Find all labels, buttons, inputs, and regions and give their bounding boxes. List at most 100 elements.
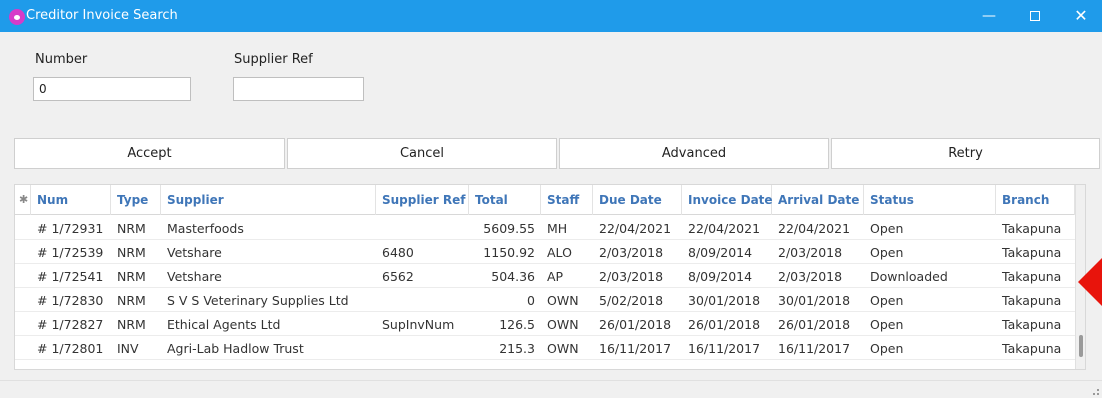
- cell-num: # 1/72801: [37, 341, 104, 356]
- paw-app-icon: [9, 9, 25, 25]
- retry-button[interactable]: Retry: [831, 138, 1100, 169]
- close-button[interactable]: ✕: [1058, 0, 1102, 32]
- cell-status: Open: [870, 245, 904, 260]
- table-row[interactable]: # 1/72539 NRM Vetshare 6480 1150.92 ALO …: [15, 241, 1075, 264]
- invoice-grid: ✱ Num Type Supplier Supplier Ref Total S…: [14, 184, 1086, 370]
- cell-num: # 1/72931: [37, 221, 104, 236]
- cell-branch: Takapuna: [1002, 221, 1062, 236]
- column-header-invoice-date[interactable]: Invoice Date: [682, 185, 773, 215]
- cell-supplier-ref: [376, 217, 469, 240]
- cell-arrival-date: 16/11/2017: [778, 341, 851, 356]
- cell-total: 1150.92: [483, 245, 535, 260]
- cell-staff: OWN: [547, 317, 579, 332]
- supplier-ref-input[interactable]: [233, 77, 364, 101]
- minimize-button[interactable]: —: [966, 0, 1012, 32]
- red-pointer-arrow-icon: [1078, 256, 1102, 308]
- cell-supplier: Masterfoods: [167, 221, 244, 236]
- table-row[interactable]: # 1/72830 NRM S V S Veterinary Supplies …: [15, 289, 1075, 312]
- cell-branch: Takapuna: [1002, 245, 1062, 260]
- cell-due-date: 22/04/2021: [599, 221, 672, 236]
- column-header-num[interactable]: Num: [31, 185, 111, 215]
- cell-status: Open: [870, 293, 904, 308]
- cell-branch: Takapuna: [1002, 341, 1062, 356]
- cell-supplier-ref: 6562: [382, 269, 414, 284]
- cell-invoice-date: 22/04/2021: [688, 221, 761, 236]
- cell-total: 0: [527, 293, 535, 308]
- cell-invoice-date: 8/09/2014: [688, 269, 753, 284]
- cell-supplier: Agri-Lab Hadlow Trust: [167, 341, 304, 356]
- grid-header: ✱ Num Type Supplier Supplier Ref Total S…: [15, 185, 1075, 215]
- maximize-icon: [1030, 11, 1040, 21]
- cell-status: Open: [870, 341, 904, 356]
- cell-supplier-ref: [376, 337, 469, 360]
- cell-num: # 1/72830: [37, 293, 104, 308]
- creditor-invoice-search-window: Creditor Invoice Search — ✕ Number Suppl…: [0, 0, 1102, 398]
- cell-staff: MH: [547, 221, 568, 236]
- column-header-due-date[interactable]: Due Date: [593, 185, 682, 215]
- table-row[interactable]: # 1/72541 NRM Vetshare 6562 504.36 AP 2/…: [15, 265, 1075, 288]
- accept-button[interactable]: Accept: [14, 138, 285, 169]
- cell-total: 126.5: [499, 317, 535, 332]
- cancel-button[interactable]: Cancel: [287, 138, 557, 169]
- column-header-status[interactable]: Status: [864, 185, 996, 215]
- cell-supplier: Ethical Agents Ltd: [167, 317, 281, 332]
- scrollbar-thumb[interactable]: [1079, 335, 1083, 357]
- cell-total: 5609.55: [483, 221, 535, 236]
- cell-due-date: 26/01/2018: [599, 317, 672, 332]
- cell-total: 504.36: [491, 269, 535, 284]
- cell-type: INV: [117, 341, 139, 356]
- cell-type: NRM: [117, 317, 146, 332]
- cell-supplier: S V S Veterinary Supplies Ltd: [167, 293, 349, 308]
- cell-arrival-date: 2/03/2018: [778, 269, 843, 284]
- cell-type: NRM: [117, 269, 146, 284]
- column-header-total[interactable]: Total: [469, 185, 541, 215]
- cell-type: NRM: [117, 293, 146, 308]
- cell-supplier-ref: [376, 289, 469, 312]
- column-header-branch[interactable]: Branch: [996, 185, 1075, 215]
- cell-status: Downloaded: [870, 269, 948, 284]
- table-row[interactable]: # 1/72801 INV Agri-Lab Hadlow Trust 215.…: [15, 337, 1075, 360]
- table-row[interactable]: # 1/72931 NRM Masterfoods 5609.55 MH 22/…: [15, 217, 1075, 240]
- cell-staff: OWN: [547, 293, 579, 308]
- cell-num: # 1/72541: [37, 269, 104, 284]
- cell-invoice-date: 16/11/2017: [688, 341, 761, 356]
- cell-due-date: 5/02/2018: [599, 293, 664, 308]
- window-title: Creditor Invoice Search: [26, 8, 178, 23]
- cell-staff: AP: [547, 269, 564, 284]
- cell-total: 215.3: [499, 341, 535, 356]
- cell-status: Open: [870, 317, 904, 332]
- cell-type: NRM: [117, 245, 146, 260]
- cell-staff: OWN: [547, 341, 579, 356]
- cell-invoice-date: 26/01/2018: [688, 317, 761, 332]
- number-input[interactable]: [33, 77, 191, 101]
- cell-branch: Takapuna: [1002, 317, 1062, 332]
- cell-arrival-date: 22/04/2021: [778, 221, 851, 236]
- maximize-button[interactable]: [1012, 0, 1058, 32]
- column-header-type[interactable]: Type: [111, 185, 161, 215]
- cell-invoice-date: 30/01/2018: [688, 293, 761, 308]
- table-row[interactable]: # 1/72827 NRM Ethical Agents Ltd SupInvN…: [15, 313, 1075, 336]
- cell-arrival-date: 2/03/2018: [778, 245, 843, 260]
- cell-supplier-ref: 6480: [382, 245, 414, 260]
- cell-due-date: 16/11/2017: [599, 341, 672, 356]
- cell-arrival-date: 26/01/2018: [778, 317, 851, 332]
- column-header-supplier[interactable]: Supplier: [161, 185, 376, 215]
- column-header-arrival-date[interactable]: Arrival Date: [772, 185, 864, 215]
- column-header-supplier-ref[interactable]: Supplier Ref: [376, 185, 469, 215]
- cell-num: # 1/72539: [37, 245, 104, 260]
- cell-num: # 1/72827: [37, 317, 104, 332]
- cell-arrival-date: 30/01/2018: [778, 293, 851, 308]
- column-header-staff[interactable]: Staff: [541, 185, 593, 215]
- cell-branch: Takapuna: [1002, 293, 1062, 308]
- cell-supplier: Vetshare: [167, 245, 222, 260]
- cell-invoice-date: 8/09/2014: [688, 245, 753, 260]
- new-row-icon: ✱: [15, 185, 31, 215]
- cell-staff: ALO: [547, 245, 572, 260]
- title-bar: Creditor Invoice Search — ✕: [0, 0, 1102, 32]
- resize-grip-icon[interactable]: [1093, 389, 1099, 395]
- cell-due-date: 2/03/2018: [599, 269, 664, 284]
- cell-supplier: Vetshare: [167, 269, 222, 284]
- supplier-ref-label: Supplier Ref: [234, 52, 313, 67]
- cell-type: NRM: [117, 221, 146, 236]
- advanced-button[interactable]: Advanced: [559, 138, 829, 169]
